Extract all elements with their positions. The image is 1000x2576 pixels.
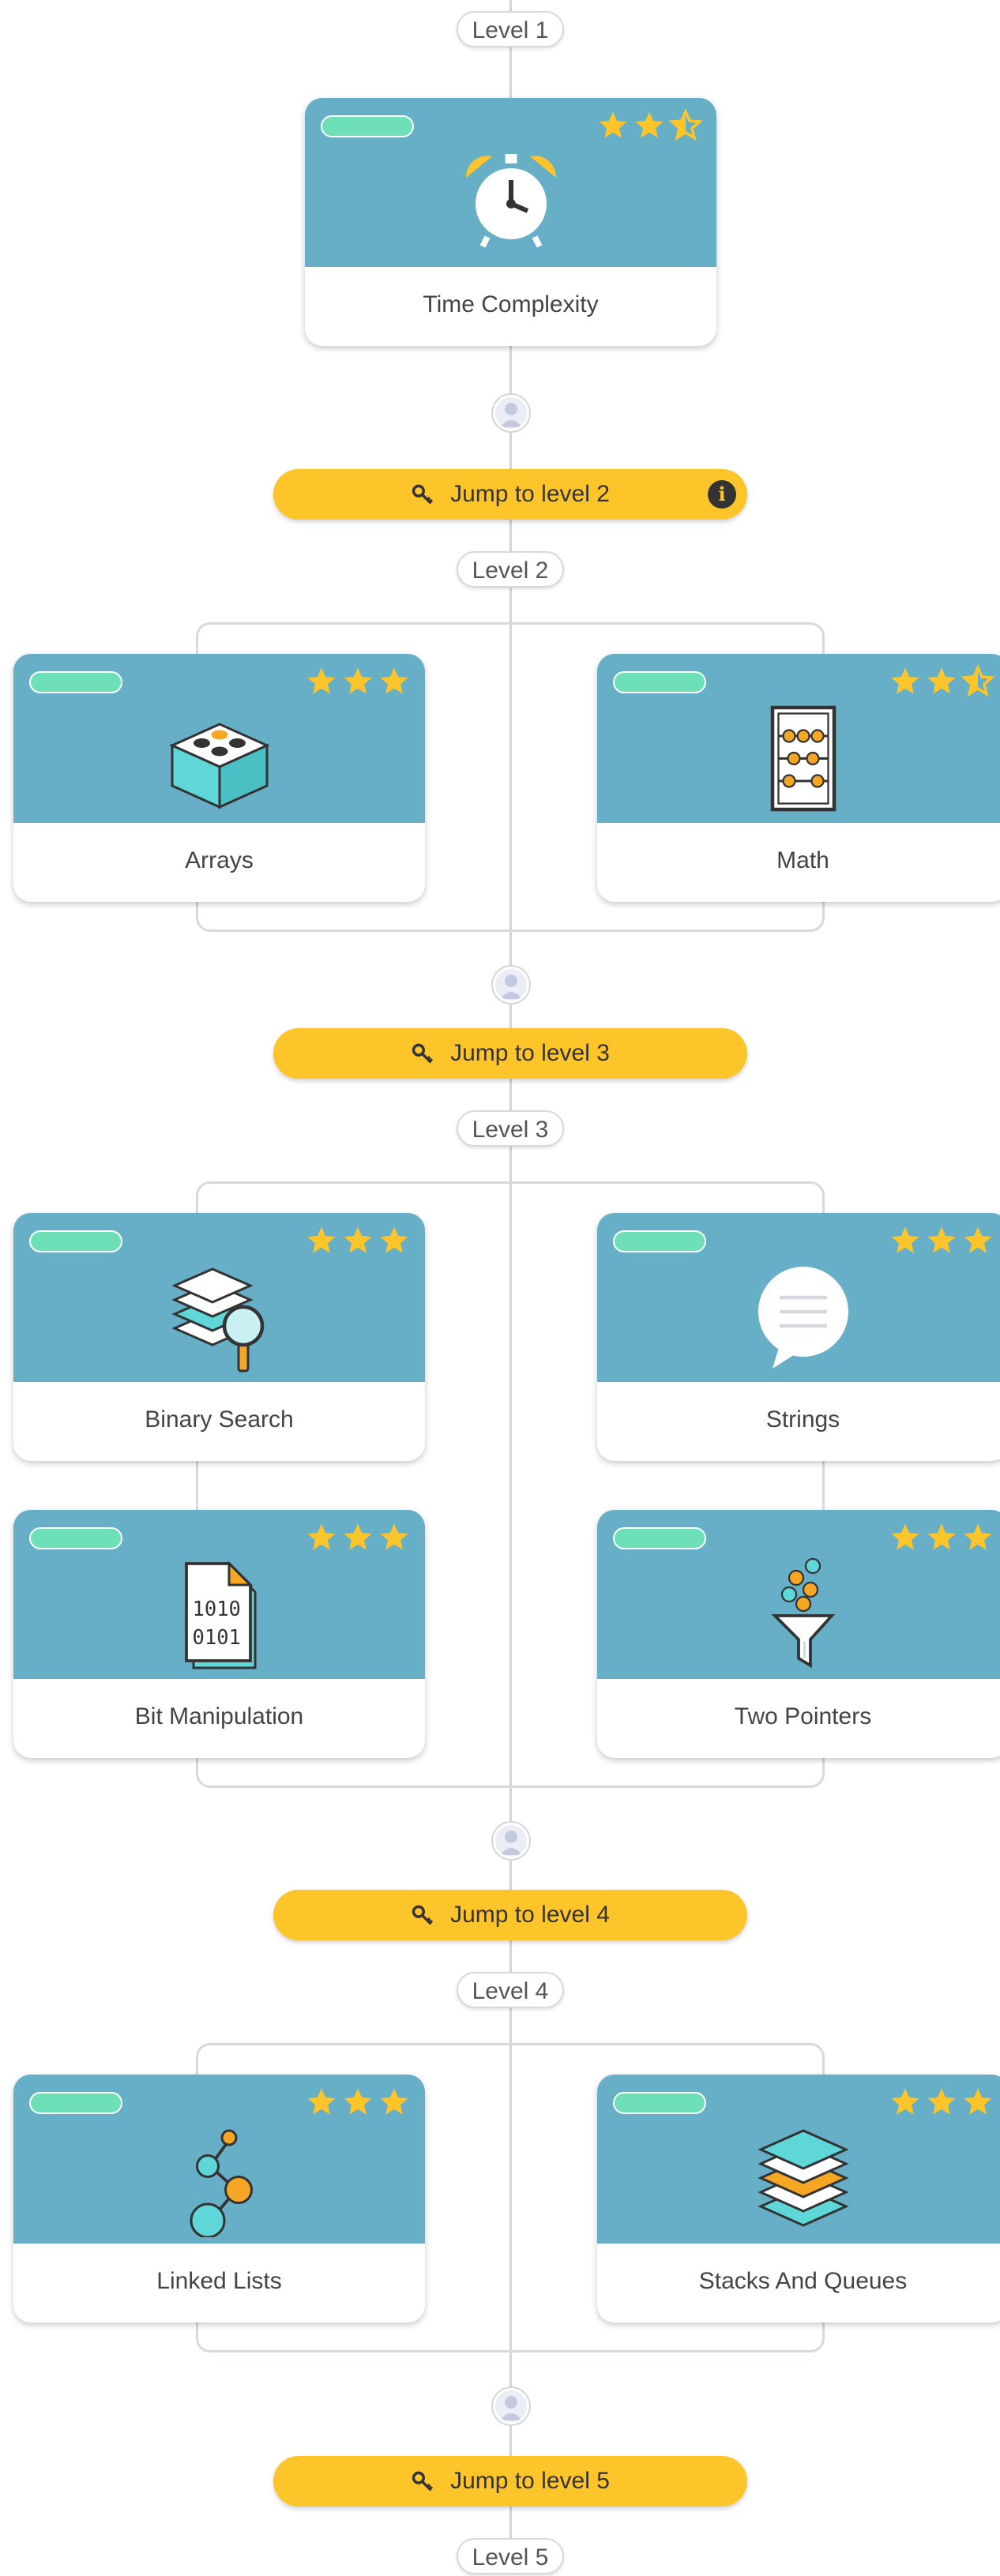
- jump-label: Jump to level 4: [450, 1902, 610, 1928]
- star-full-icon: [344, 1226, 372, 1253]
- star-full-icon: [927, 1523, 956, 1550]
- key-icon: [412, 1905, 434, 1925]
- star-full-icon: [599, 111, 627, 138]
- jump-to-level-3-button[interactable]: Jump to level 3: [273, 1028, 747, 1079]
- magnifier-stack-icon: [171, 1267, 264, 1372]
- star-full-icon: [380, 1523, 408, 1550]
- jump-to-level-5-button[interactable]: Jump to level 5: [273, 2456, 747, 2507]
- linked-nodes-icon: [190, 2129, 253, 2237]
- card-binary-search[interactable]: Binary Search: [13, 1213, 425, 1461]
- star-rating: [305, 2086, 411, 2119]
- star-full-icon: [380, 667, 408, 694]
- key-icon: [412, 484, 434, 505]
- star-full-icon: [344, 2088, 372, 2115]
- star-half-icon: [669, 109, 702, 141]
- speech-bubble-icon: [758, 1267, 848, 1369]
- star-full-icon: [307, 2088, 336, 2115]
- star-full-icon: [380, 1226, 408, 1253]
- star-full-icon: [635, 111, 664, 138]
- level-label-1: Level 1: [457, 11, 564, 47]
- level-label-5: Level 5: [457, 2538, 564, 2574]
- jump-label: Jump to level 3: [450, 1040, 610, 1066]
- card-bit-manipulation[interactable]: 1010 0101 Bit Manipulation: [13, 1510, 425, 1758]
- alarm-clock-icon: [465, 154, 556, 248]
- progress-pill: [321, 115, 414, 137]
- key-icon: [412, 1043, 434, 1064]
- binary-document-icon: 1010 0101: [184, 1560, 256, 1669]
- star-full-icon: [964, 1523, 992, 1550]
- star-rating: [889, 665, 994, 698]
- star-full-icon: [927, 1226, 956, 1253]
- jump-label: Jump to level 2: [450, 481, 610, 507]
- star-full-icon: [380, 2088, 408, 2115]
- svg-text:0101: 0101: [192, 1626, 240, 1650]
- star-full-icon: [927, 2088, 956, 2115]
- card-title: Math: [776, 847, 829, 873]
- card-title: Linked Lists: [156, 2268, 282, 2294]
- star-rating: [305, 1521, 411, 1554]
- star-full-icon: [927, 667, 956, 694]
- abacus-icon: [770, 705, 836, 812]
- star-full-icon: [891, 1226, 919, 1253]
- star-full-icon: [307, 1226, 336, 1253]
- card-stacks-and-queues[interactable]: Stacks And Queues: [597, 2075, 1000, 2323]
- user-avatar-icon: [493, 395, 529, 431]
- jump-to-level-4-button[interactable]: Jump to level 4: [273, 1890, 747, 1940]
- star-full-icon: [307, 1523, 336, 1550]
- progress-pill: [613, 2092, 706, 2114]
- user-avatar-icon: [493, 967, 529, 1003]
- star-full-icon: [964, 2088, 992, 2115]
- star-rating: [889, 1224, 994, 1257]
- star-full-icon: [344, 667, 372, 694]
- progress-pill: [29, 1527, 122, 1549]
- level-label-3: Level 3: [457, 1110, 564, 1147]
- card-strings[interactable]: Strings: [597, 1213, 1000, 1461]
- card-title: Arrays: [185, 847, 254, 873]
- jump-label: Jump to level 5: [450, 2468, 610, 2494]
- progress-pill: [613, 1230, 706, 1252]
- card-linked-lists[interactable]: Linked Lists: [13, 2075, 425, 2323]
- star-rating: [889, 2086, 994, 2119]
- svg-text:1010: 1010: [192, 1598, 240, 1621]
- star-full-icon: [344, 1523, 372, 1550]
- level-map: Level 1 Time Complexity Jump to level 2 …: [0, 0, 1000, 2574]
- star-rating: [596, 109, 702, 142]
- card-title: Strings: [765, 1406, 840, 1433]
- card-title: Binary Search: [145, 1406, 294, 1433]
- card-title: Time Complexity: [423, 291, 599, 317]
- funnel-icon: [770, 1557, 835, 1669]
- card-two-pointers[interactable]: Two Pointers: [597, 1510, 1000, 1758]
- info-icon[interactable]: i: [708, 480, 736, 509]
- card-time-complexity[interactable]: Time Complexity: [305, 98, 716, 346]
- star-full-icon: [891, 667, 919, 694]
- user-avatar-icon: [493, 2388, 529, 2424]
- star-full-icon: [891, 2088, 919, 2115]
- star-full-icon: [964, 1226, 992, 1253]
- level-label-2: Level 2: [457, 551, 564, 588]
- star-rating: [305, 665, 411, 698]
- user-avatar-icon: [493, 1823, 529, 1859]
- progress-pill: [29, 1230, 122, 1252]
- card-title: Bit Manipulation: [134, 1703, 304, 1729]
- star-full-icon: [307, 667, 336, 694]
- key-icon: [412, 2471, 434, 2492]
- jump-to-level-2-button[interactable]: Jump to level 2 i: [273, 469, 747, 520]
- star-rating: [889, 1521, 994, 1554]
- progress-pill: [613, 671, 706, 693]
- card-title: Two Pointers: [734, 1703, 872, 1729]
- progress-pill: [29, 671, 122, 693]
- level-label-4: Level 4: [457, 1972, 564, 2008]
- card-title: Stacks And Queues: [698, 2268, 908, 2294]
- star-rating: [305, 1224, 411, 1257]
- progress-pill: [29, 2092, 122, 2114]
- lego-brick-icon: [168, 723, 270, 809]
- card-arrays[interactable]: Arrays: [13, 654, 425, 902]
- layers-icon: [757, 2129, 849, 2227]
- star-full-icon: [891, 1523, 919, 1550]
- card-math[interactable]: Math: [597, 654, 1000, 902]
- progress-pill: [613, 1527, 706, 1549]
- star-half-icon: [961, 665, 994, 697]
